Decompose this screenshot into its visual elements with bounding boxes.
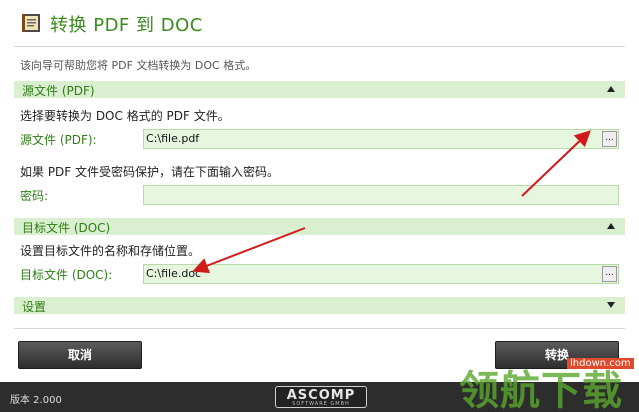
cancel-button[interactable]: 取消 <box>18 341 142 369</box>
source-file-label: 源文件 (PDF): <box>20 133 97 147</box>
settings-section-title: 设置 <box>22 300 47 314</box>
collapse-up-icon[interactable] <box>607 86 615 92</box>
version-label: 版本 2.000 <box>10 395 62 406</box>
target-file-label: 目标文件 (DOC): <box>20 268 113 282</box>
logo-tagline: SOFTWARE GMBH <box>292 401 350 407</box>
source-section-title: 源文件 (PDF) <box>22 84 95 98</box>
source-description: 选择要转换为 DOC 格式的 PDF 文件。 <box>20 109 230 123</box>
source-file-value: C:\file.pdf <box>146 132 200 145</box>
password-input[interactable] <box>143 185 619 205</box>
collapse-up-icon[interactable] <box>607 223 615 229</box>
target-file-input[interactable]: C:\file.doc ... <box>143 264 619 284</box>
footer-divider <box>14 328 625 329</box>
password-label: 密码: <box>20 189 49 203</box>
target-section-title: 目标文件 (DOC) <box>22 221 111 235</box>
password-note: 如果 PDF 文件受密码保护，请在下面输入密码。 <box>20 165 280 179</box>
document-icon <box>22 14 40 32</box>
settings-section-header[interactable]: 设置 <box>14 297 625 314</box>
convert-button[interactable]: 转换 <box>495 341 619 369</box>
source-file-input[interactable]: C:\file.pdf ... <box>143 129 619 149</box>
source-section-header[interactable]: 源文件 (PDF) <box>14 81 625 98</box>
ascomp-logo: ASCOMP SOFTWARE GMBH <box>275 386 367 408</box>
expand-down-icon[interactable] <box>607 302 615 308</box>
target-browse-button[interactable]: ... <box>602 266 617 282</box>
wizard-header: 转换 PDF 到 DOC <box>0 0 639 48</box>
source-browse-button[interactable]: ... <box>602 131 617 147</box>
page-title: 转换 PDF 到 DOC <box>50 15 203 36</box>
target-file-value: C:\file.doc <box>146 267 202 280</box>
target-description: 设置目标文件的名称和存储位置。 <box>20 244 201 258</box>
wizard-footer: 取消 转换 <box>0 330 639 382</box>
status-bar: 版本 2.000 ASCOMP SOFTWARE GMBH <box>0 382 639 412</box>
header-divider <box>14 46 625 47</box>
target-section-header[interactable]: 目标文件 (DOC) <box>14 218 625 235</box>
wizard-subtitle: 该向导可帮助您将 PDF 文档转换为 DOC 格式。 <box>20 59 257 72</box>
